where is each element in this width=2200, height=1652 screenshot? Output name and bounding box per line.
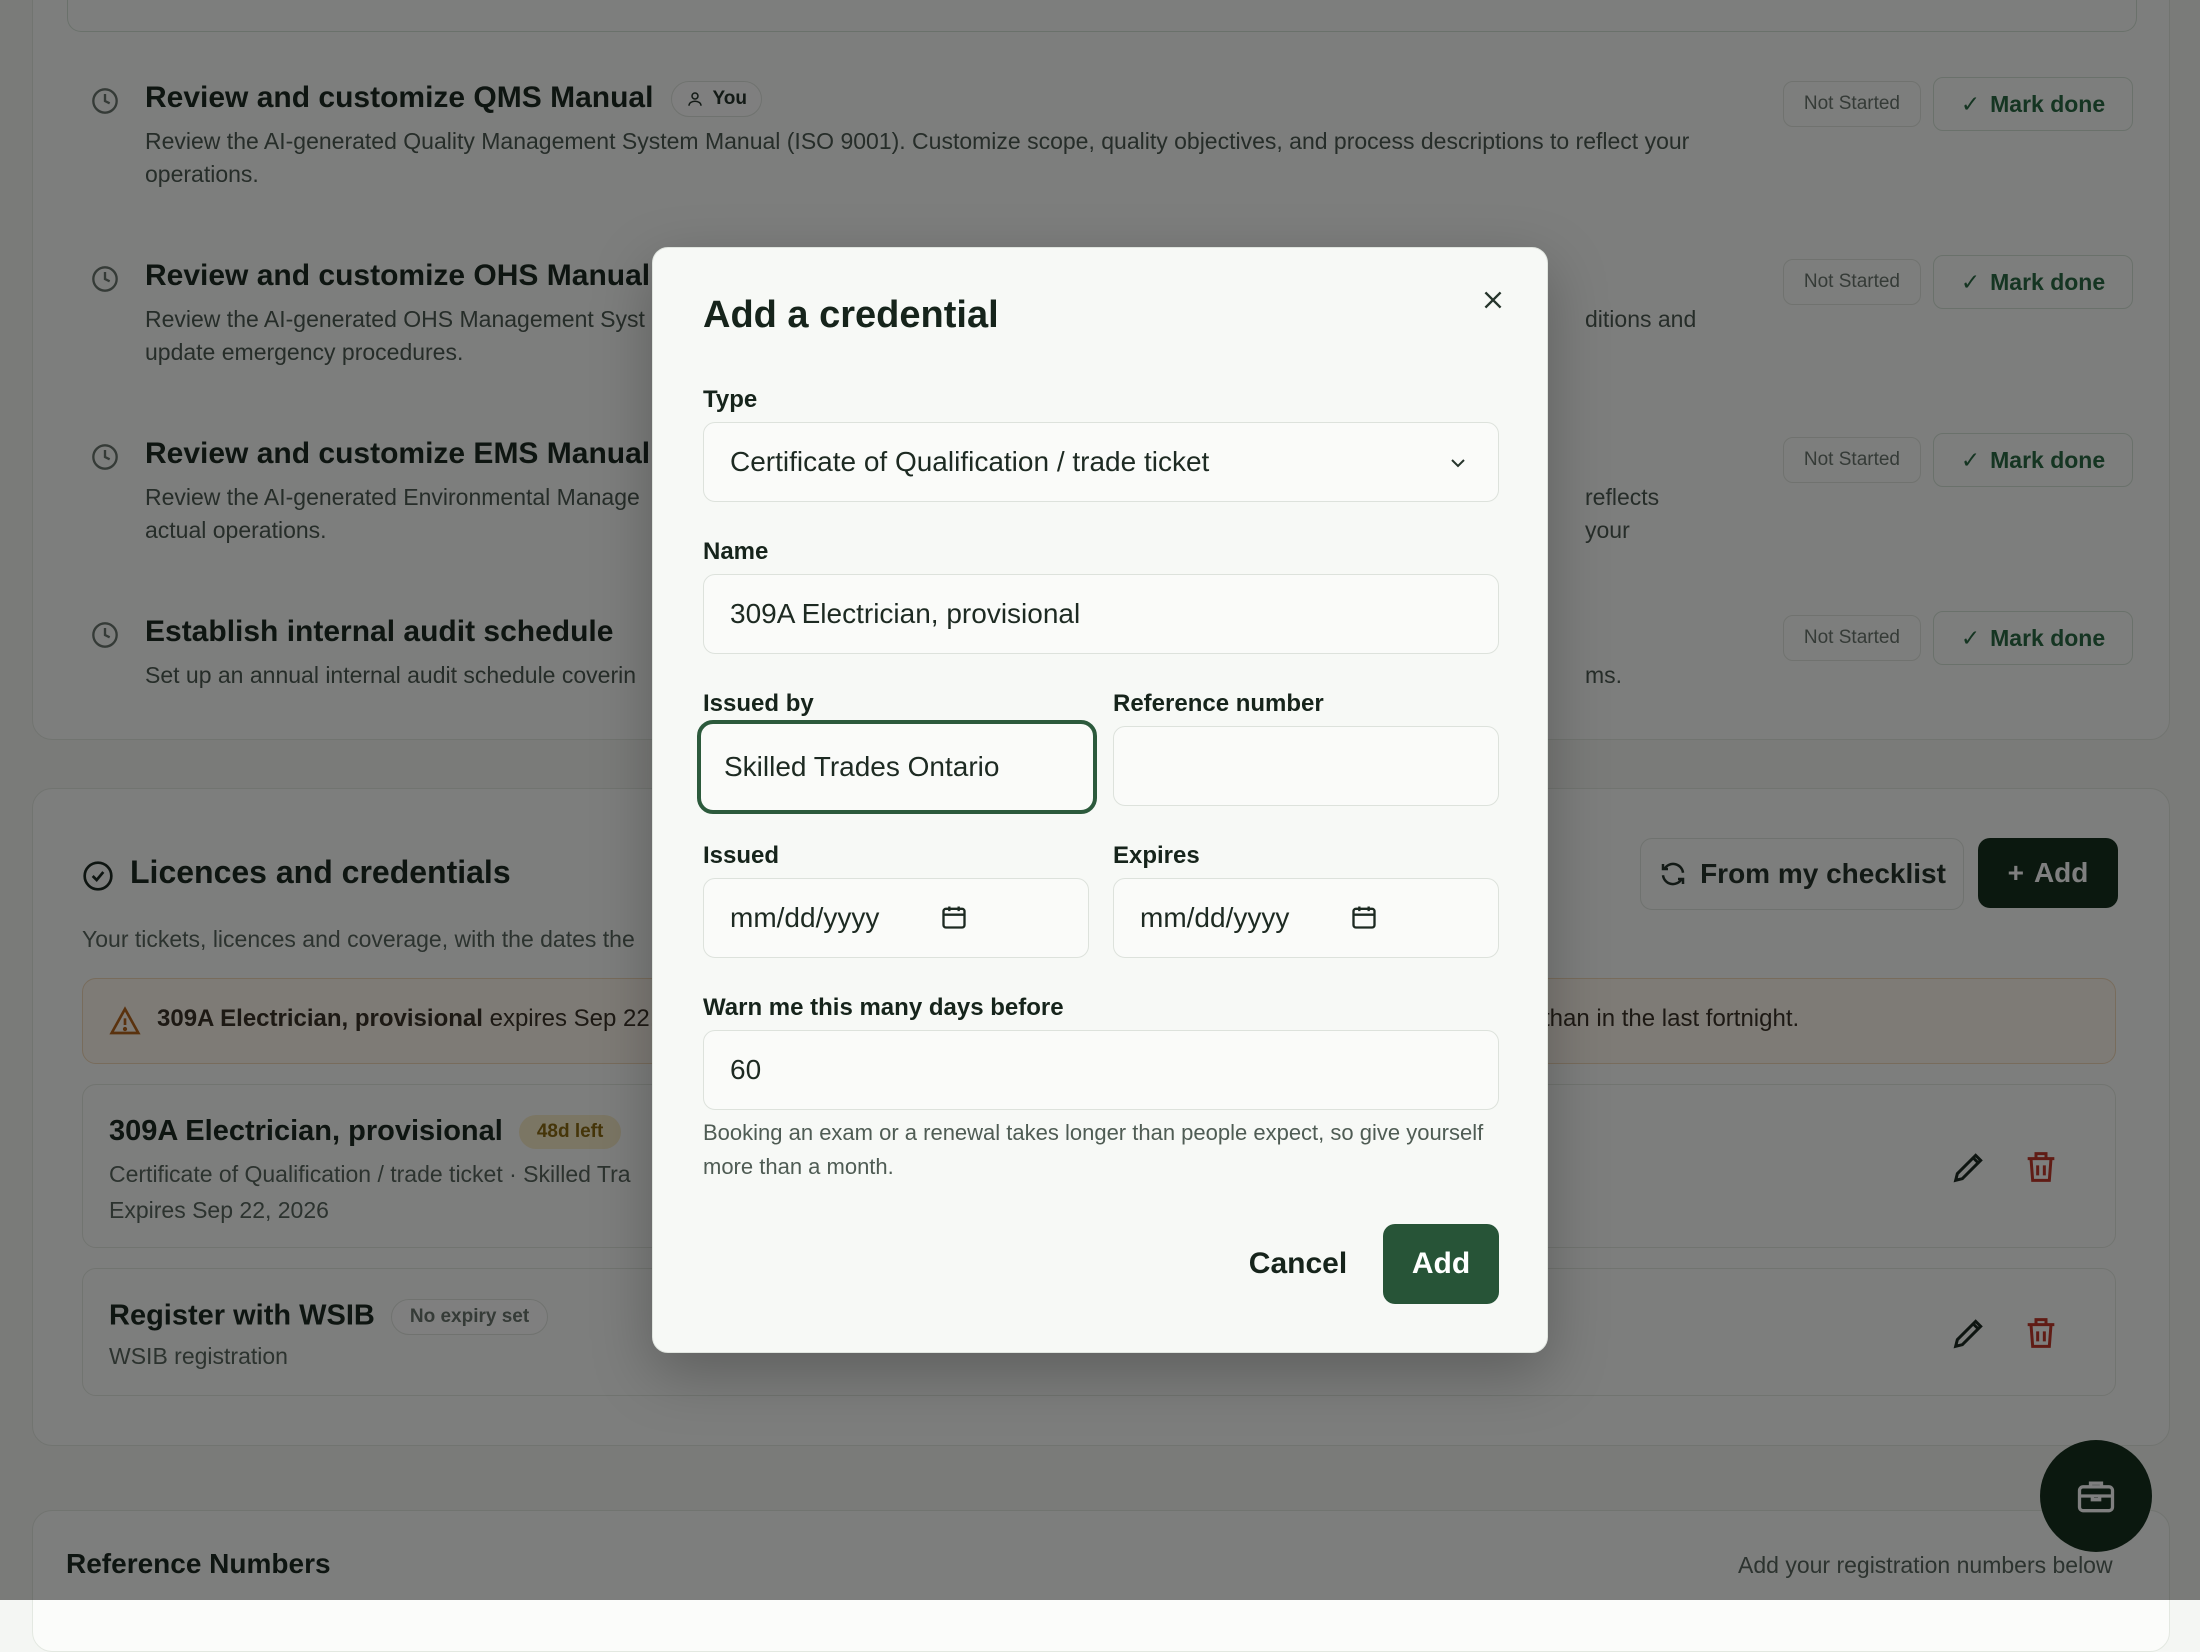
chevron-down-icon bbox=[1451, 459, 1465, 468]
calendar-icon[interactable] bbox=[940, 903, 968, 931]
reference-number-label: Reference number bbox=[1113, 690, 1324, 717]
dialog-title: Add a credential bbox=[703, 294, 999, 336]
warn-days-label: Warn me this many days before bbox=[703, 994, 1064, 1021]
type-label: Type bbox=[703, 386, 758, 413]
issued-by-label: Issued by bbox=[703, 690, 814, 717]
warn-days-input[interactable]: 60 bbox=[703, 1030, 1499, 1110]
close-icon bbox=[1484, 291, 1502, 309]
issued-date-input[interactable]: mm/dd/yyyy bbox=[703, 878, 1089, 958]
calendar-icon[interactable] bbox=[1350, 903, 1378, 931]
expires-date-placeholder: mm/dd/yyyy bbox=[1140, 902, 1290, 933]
warn-days-hint: Booking an exam or a renewal takes longe… bbox=[703, 1120, 1484, 1179]
name-label: Name bbox=[703, 538, 769, 565]
add-button[interactable]: Add bbox=[1383, 1224, 1499, 1304]
issued-date-placeholder: mm/dd/yyyy bbox=[730, 902, 880, 933]
type-selected-value: Certificate of Qualification / trade tic… bbox=[730, 446, 1210, 477]
expires-date-input[interactable]: mm/dd/yyyy bbox=[1113, 878, 1499, 958]
add-credential-dialog: Add a credential Type Certificate of Qua… bbox=[652, 247, 1548, 1353]
reference-number-input[interactable] bbox=[1113, 726, 1499, 806]
issued-label: Issued bbox=[703, 842, 780, 869]
cancel-button[interactable]: Cancel bbox=[1223, 1224, 1373, 1304]
type-select[interactable]: Certificate of Qualification / trade tic… bbox=[703, 422, 1499, 502]
name-input[interactable]: 309A Electrician, provisional bbox=[703, 574, 1499, 654]
close-button[interactable] bbox=[1473, 280, 1513, 320]
expires-label: Expires bbox=[1113, 842, 1200, 869]
issued-by-input[interactable]: Skilled Trades Ontario bbox=[697, 720, 1097, 814]
